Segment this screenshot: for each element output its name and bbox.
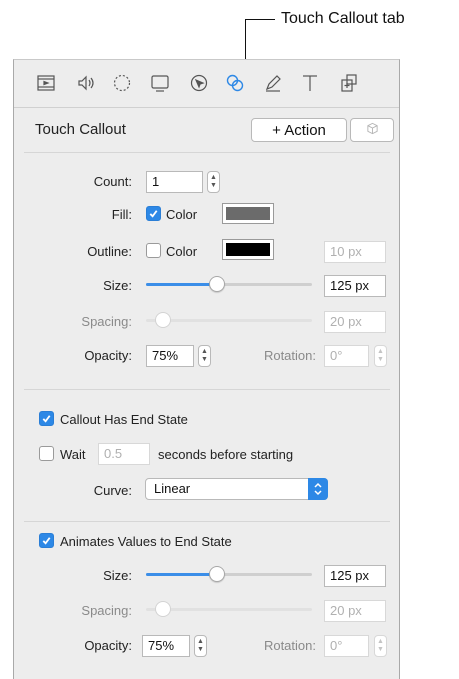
rotation-label: Rotation: xyxy=(263,348,316,363)
opacity-field[interactable]: 75% xyxy=(146,345,194,367)
count-field[interactable]: 1 xyxy=(146,171,203,193)
outline-color-checkbox[interactable] xyxy=(146,243,161,258)
size-field[interactable]: 125 px xyxy=(324,275,386,297)
spacing-slider[interactable] xyxy=(146,312,312,328)
rotation-stepper[interactable]: ▲ ▼ xyxy=(374,635,387,657)
panel-title: Touch Callout xyxy=(35,121,126,138)
opacity-label: Opacity: xyxy=(84,638,132,653)
animates-checkbox[interactable] xyxy=(39,533,54,548)
animates-label: Animates Values to End State xyxy=(60,534,232,549)
size-label: Size: xyxy=(103,568,132,583)
cube-icon xyxy=(366,122,379,138)
wait-suffix-label: seconds before starting xyxy=(158,447,294,462)
opacity-field[interactable]: 75% xyxy=(142,635,190,657)
size-label: Size: xyxy=(103,278,132,293)
fill-color-well[interactable] xyxy=(222,203,274,224)
slider-knob[interactable] xyxy=(209,566,225,582)
curve-select[interactable]: Linear xyxy=(145,478,328,500)
section-divider xyxy=(24,152,390,153)
size-field[interactable]: 125 px xyxy=(324,565,386,587)
section-divider xyxy=(24,521,390,522)
callout-annotation-label: Touch Callout tab xyxy=(281,10,405,27)
add-action-button[interactable]: + Action xyxy=(251,118,347,142)
cube-button[interactable] xyxy=(350,118,394,142)
size-slider[interactable] xyxy=(146,276,312,292)
curve-label: Curve: xyxy=(93,483,132,498)
spacing-label: Spacing: xyxy=(81,603,132,618)
opacity-stepper[interactable]: ▲ ▼ xyxy=(194,635,207,657)
checkmark-icon xyxy=(42,537,51,545)
section-divider xyxy=(24,389,390,390)
pencil-icon[interactable] xyxy=(260,70,286,96)
size-slider[interactable] xyxy=(146,566,312,582)
text-icon[interactable] xyxy=(297,70,323,96)
inspector-toolbar xyxy=(14,60,399,108)
spacing-field[interactable]: 20 px xyxy=(324,600,386,622)
callout-leader-line xyxy=(245,19,275,20)
spacing-label: Spacing: xyxy=(81,314,132,329)
slider-knob[interactable] xyxy=(155,312,171,328)
display-icon[interactable] xyxy=(147,70,173,96)
checkmark-icon xyxy=(42,415,51,423)
fill-color-checkbox[interactable] xyxy=(146,206,161,221)
fill-label: Fill: xyxy=(111,207,132,222)
count-label: Count: xyxy=(93,174,132,189)
outline-width-field[interactable]: 10 px xyxy=(324,241,386,263)
outline-color-well[interactable] xyxy=(222,239,274,260)
spacing-field[interactable]: 20 px xyxy=(324,311,386,333)
rotation-field[interactable]: 0° xyxy=(324,635,369,657)
slider-knob[interactable] xyxy=(155,601,171,617)
curve-select-value: Linear xyxy=(154,481,191,496)
timer-icon[interactable] xyxy=(109,70,135,96)
outline-color-label: Color xyxy=(166,244,198,259)
slider-knob[interactable] xyxy=(209,276,225,292)
count-stepper[interactable]: ▲ ▼ xyxy=(207,171,220,193)
touch-callout-icon[interactable] xyxy=(222,70,248,96)
spacing-slider[interactable] xyxy=(146,601,312,617)
opacity-label: Opacity: xyxy=(84,348,132,363)
end-state-checkbox[interactable] xyxy=(39,411,54,426)
checkmark-icon xyxy=(149,210,158,218)
filmstrip-icon[interactable] xyxy=(33,70,59,96)
select-arrows-icon xyxy=(308,478,328,500)
pointer-icon[interactable] xyxy=(186,70,212,96)
end-state-label: Callout Has End State xyxy=(60,412,188,427)
wait-seconds-field[interactable]: 0.5 xyxy=(98,443,150,465)
rotation-field[interactable]: 0° xyxy=(324,345,369,367)
speaker-icon[interactable] xyxy=(74,70,100,96)
rotation-stepper[interactable]: ▲ ▼ xyxy=(374,345,387,367)
fill-color-label: Color xyxy=(166,207,198,222)
outline-label: Outline: xyxy=(87,244,132,259)
opacity-stepper[interactable]: ▲ ▼ xyxy=(198,345,211,367)
wait-checkbox[interactable] xyxy=(39,446,54,461)
rotation-label: Rotation: xyxy=(263,638,316,653)
wait-label: Wait xyxy=(60,447,86,462)
layers-icon[interactable] xyxy=(336,70,362,96)
